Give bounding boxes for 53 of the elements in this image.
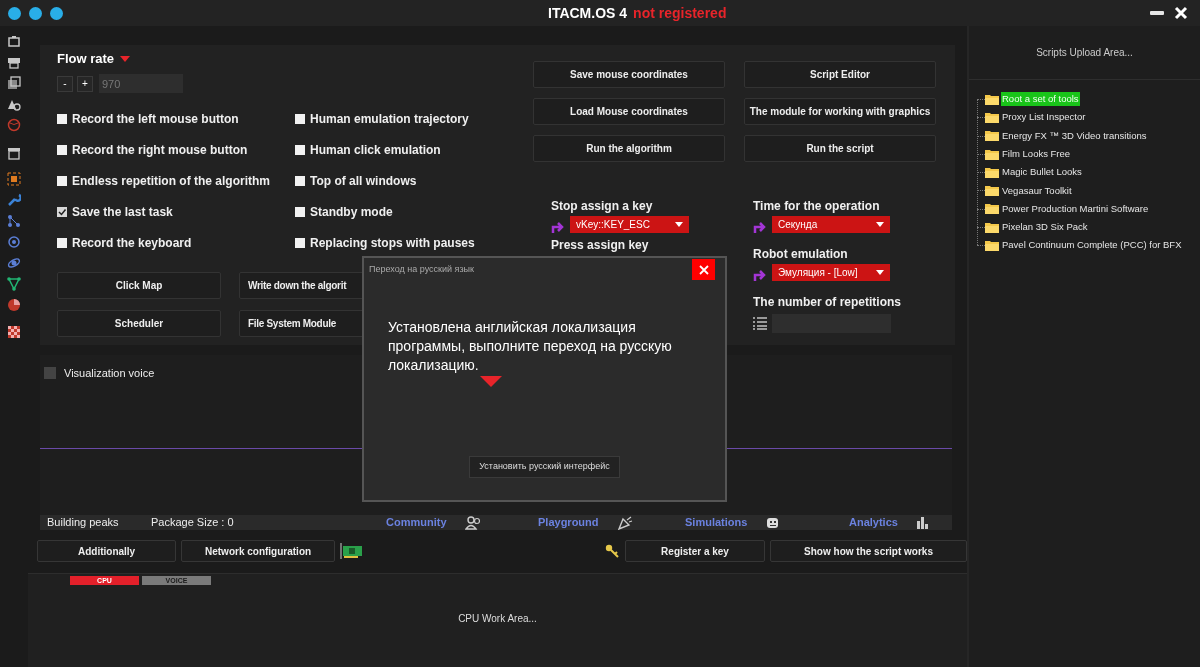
section-label: Time for the operation [753,198,881,212]
tree-item[interactable]: Energy FX ™ 3D Video transitions [1001,128,1148,143]
action-button[interactable]: Save mouse coordinates [533,61,725,88]
option-label: Endless repetition of the algorithm [72,172,271,190]
section-label: Stop assign a key [551,198,654,212]
dropdown[interactable]: vKey::KEY_ESC [570,216,689,233]
action-button[interactable]: Load Mouse coordinates [533,98,725,125]
increment-button[interactable]: + [77,75,93,92]
option-label: Save the last task [72,203,173,221]
tree-item[interactable]: Proxy List Inspector [1001,110,1087,125]
panel-title: Scripts Upload Area... [1036,46,1133,60]
action-button[interactable]: Show how the script works [770,540,967,562]
tree-item[interactable]: Film Looks Free [1001,146,1072,162]
action-button[interactable]: Click Map [57,272,221,299]
status-link[interactable]: Community [386,514,465,531]
option-label: Human emulation trajectory [310,110,469,128]
status-link[interactable]: Simulations [685,514,765,531]
install-russian-button[interactable]: Установить русский интерфейс [469,456,620,478]
section-label: The number of repetitions [753,294,901,308]
status-link[interactable]: Analytics [849,514,916,531]
action-button[interactable]: Register a key [624,540,766,562]
registration-status: not registered [633,3,727,23]
action-button[interactable]: Network configuration [181,540,335,562]
tree-item[interactable]: Pixelan 3D Six Pack [1001,220,1089,235]
action-button[interactable]: Scheduler [57,310,221,337]
section-label: Robot emulation [753,246,849,260]
action-button[interactable]: Script Editor [744,61,936,88]
tree-item[interactable]: Magic Bullet Looks [1001,165,1083,180]
status-link[interactable]: Playground [538,514,618,531]
option-label: Record the right mouse button [72,141,248,159]
section-label: Press assign key [551,237,650,251]
tree-item[interactable]: Vegasaur Toolkit [1001,183,1073,198]
flow-rate-label: Flow rate [57,50,115,69]
action-button[interactable]: Run the script [744,135,936,162]
option-label: Replacing stops with pauses [310,234,475,252]
placeholder-text: CPU Work Area... [458,612,537,626]
tree-item[interactable]: Pavel Continuum Complete (PCC) for BFX [1001,238,1183,253]
decrement-button[interactable]: - [57,75,73,92]
tree-item[interactable]: Power Production Martini Software [1001,201,1150,217]
status-text: Building peaks [47,515,120,531]
action-button[interactable]: The module for working with graphics [744,98,936,125]
dropdown[interactable]: Эмуляция - [Low] [772,264,890,281]
checkbox-label: Visualization voice [64,366,155,381]
status-text: Package Size : 0 [151,515,235,531]
dropdown[interactable]: Секунда [772,216,890,233]
option-label: Record the keyboard [72,234,192,252]
option-label: Human click emulation [310,141,441,159]
action-button[interactable]: Run the algorithm [533,135,725,162]
option-label: Record the left mouse button [72,110,239,128]
option-label: Top of all windows [310,172,417,190]
option-label: Standby mode [310,203,393,221]
action-button[interactable]: Additionally [37,540,177,562]
window-title: ITACM.OS 4 [548,3,628,23]
